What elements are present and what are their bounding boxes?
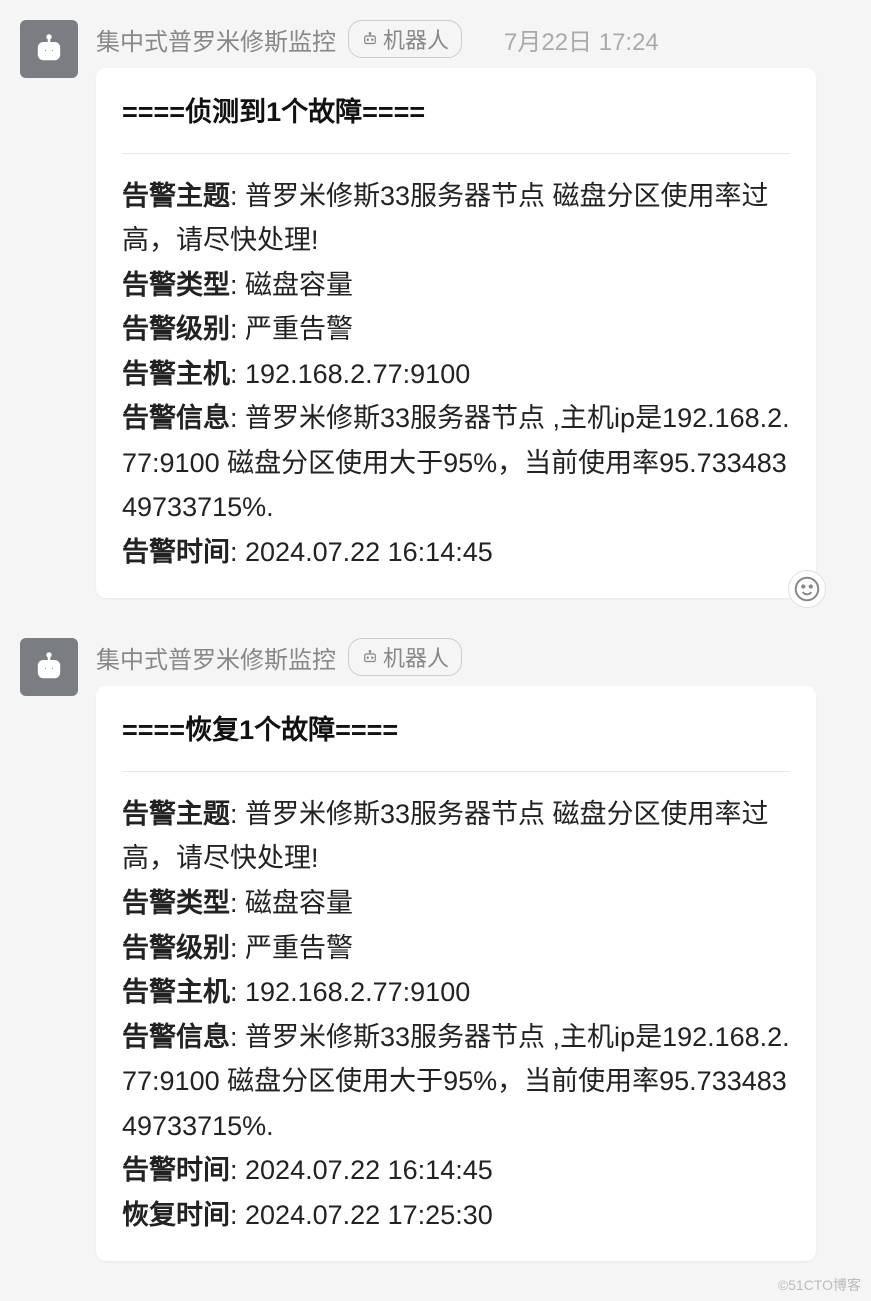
alert-card[interactable]: ====恢复1个故障==== 告警主题: 普罗米修斯33服务器节点 磁盘分区使用… [96, 686, 816, 1261]
field-line: 告警级别: 严重告警 [122, 926, 790, 971]
field-label: 告警时间 [122, 1155, 230, 1185]
field-value: 严重告警 [245, 933, 353, 963]
field-line: 告警主题: 普罗米修斯33服务器节点 磁盘分区使用率过高，请尽快处理! [122, 792, 790, 881]
field-label: 告警级别 [122, 314, 230, 344]
sender-name: 集中式普罗米修斯监控 [96, 22, 336, 57]
field-line: 告警级别: 严重告警 [122, 307, 790, 352]
message-content: 集中式普罗米修斯监控 机器人 ====恢复1个故障==== 告警主题: 普罗米修… [96, 638, 851, 1261]
avatar [20, 20, 78, 78]
sender-name: 集中式普罗米修斯监控 [96, 640, 336, 675]
field-label: 告警主机 [122, 977, 230, 1007]
field-value: 磁盘容量 [245, 888, 353, 918]
field-label: 告警主题 [122, 799, 230, 829]
robot-small-icon [361, 648, 379, 666]
field-label: 告警类型 [122, 888, 230, 918]
field-value: 2024.07.22 16:14:45 [245, 537, 493, 567]
bot-tag: 机器人 [348, 638, 462, 676]
robot-small-icon [361, 30, 379, 48]
bot-tag: 机器人 [348, 20, 462, 58]
field-line: 告警主机: 192.168.2.77:9100 [122, 970, 790, 1015]
card-title: ====恢复1个故障==== [122, 710, 790, 751]
divider [122, 153, 790, 154]
field-value: 192.168.2.77:9100 [245, 359, 470, 389]
field-line: 告警时间: 2024.07.22 16:14:45 [122, 1148, 790, 1193]
bot-label: 机器人 [383, 23, 449, 55]
message-content: 集中式普罗米修斯监控 机器人 7月22日 17:24 ====侦测到1个故障==… [96, 20, 851, 598]
robot-icon [32, 32, 66, 66]
divider [122, 771, 790, 772]
field-line: 告警类型: 磁盘容量 [122, 263, 790, 308]
field-label: 恢复时间 [122, 1200, 230, 1230]
field-label: 告警主机 [122, 359, 230, 389]
message-block: 集中式普罗米修斯监控 机器人 7月22日 17:24 ====侦测到1个故障==… [0, 10, 871, 608]
field-label: 告警主题 [122, 181, 230, 211]
message-header: 集中式普罗米修斯监控 机器人 7月22日 17:24 [96, 20, 851, 58]
timestamp: 7月22日 17:24 [504, 22, 659, 57]
alert-card[interactable]: ====侦测到1个故障==== 告警主题: 普罗米修斯33服务器节点 磁盘分区使… [96, 68, 816, 598]
field-value: 2024.07.22 16:14:45 [245, 1155, 493, 1185]
field-label: 告警级别 [122, 933, 230, 963]
robot-icon [32, 650, 66, 684]
field-label: 告警信息 [122, 403, 230, 433]
field-line: 告警类型: 磁盘容量 [122, 881, 790, 926]
message-block: 集中式普罗米修斯监控 机器人 ====恢复1个故障==== 告警主题: 普罗米修… [0, 628, 871, 1271]
reaction-button[interactable] [788, 570, 826, 608]
field-line: 告警主机: 192.168.2.77:9100 [122, 352, 790, 397]
field-label: 告警信息 [122, 1022, 230, 1052]
watermark: ©51CTO博客 [778, 1275, 861, 1295]
field-value: 2024.07.22 17:25:30 [245, 1200, 493, 1230]
avatar [20, 638, 78, 696]
field-value: 严重告警 [245, 314, 353, 344]
field-value: 磁盘容量 [245, 270, 353, 300]
field-line: 告警主题: 普罗米修斯33服务器节点 磁盘分区使用率过高，请尽快处理! [122, 174, 790, 263]
field-line: 告警信息: 普罗米修斯33服务器节点 ,主机ip是192.168.2.77:91… [122, 1015, 790, 1149]
card-title: ====侦测到1个故障==== [122, 92, 790, 133]
field-line: 告警时间: 2024.07.22 16:14:45 [122, 530, 790, 575]
message-header: 集中式普罗米修斯监控 机器人 [96, 638, 851, 676]
field-line: 告警信息: 普罗米修斯33服务器节点 ,主机ip是192.168.2.77:91… [122, 396, 790, 530]
smile-icon [792, 574, 822, 604]
field-label: 告警时间 [122, 537, 230, 567]
field-line: 恢复时间: 2024.07.22 17:25:30 [122, 1193, 790, 1238]
field-label: 告警类型 [122, 270, 230, 300]
field-value: 192.168.2.77:9100 [245, 977, 470, 1007]
bot-label: 机器人 [383, 641, 449, 673]
